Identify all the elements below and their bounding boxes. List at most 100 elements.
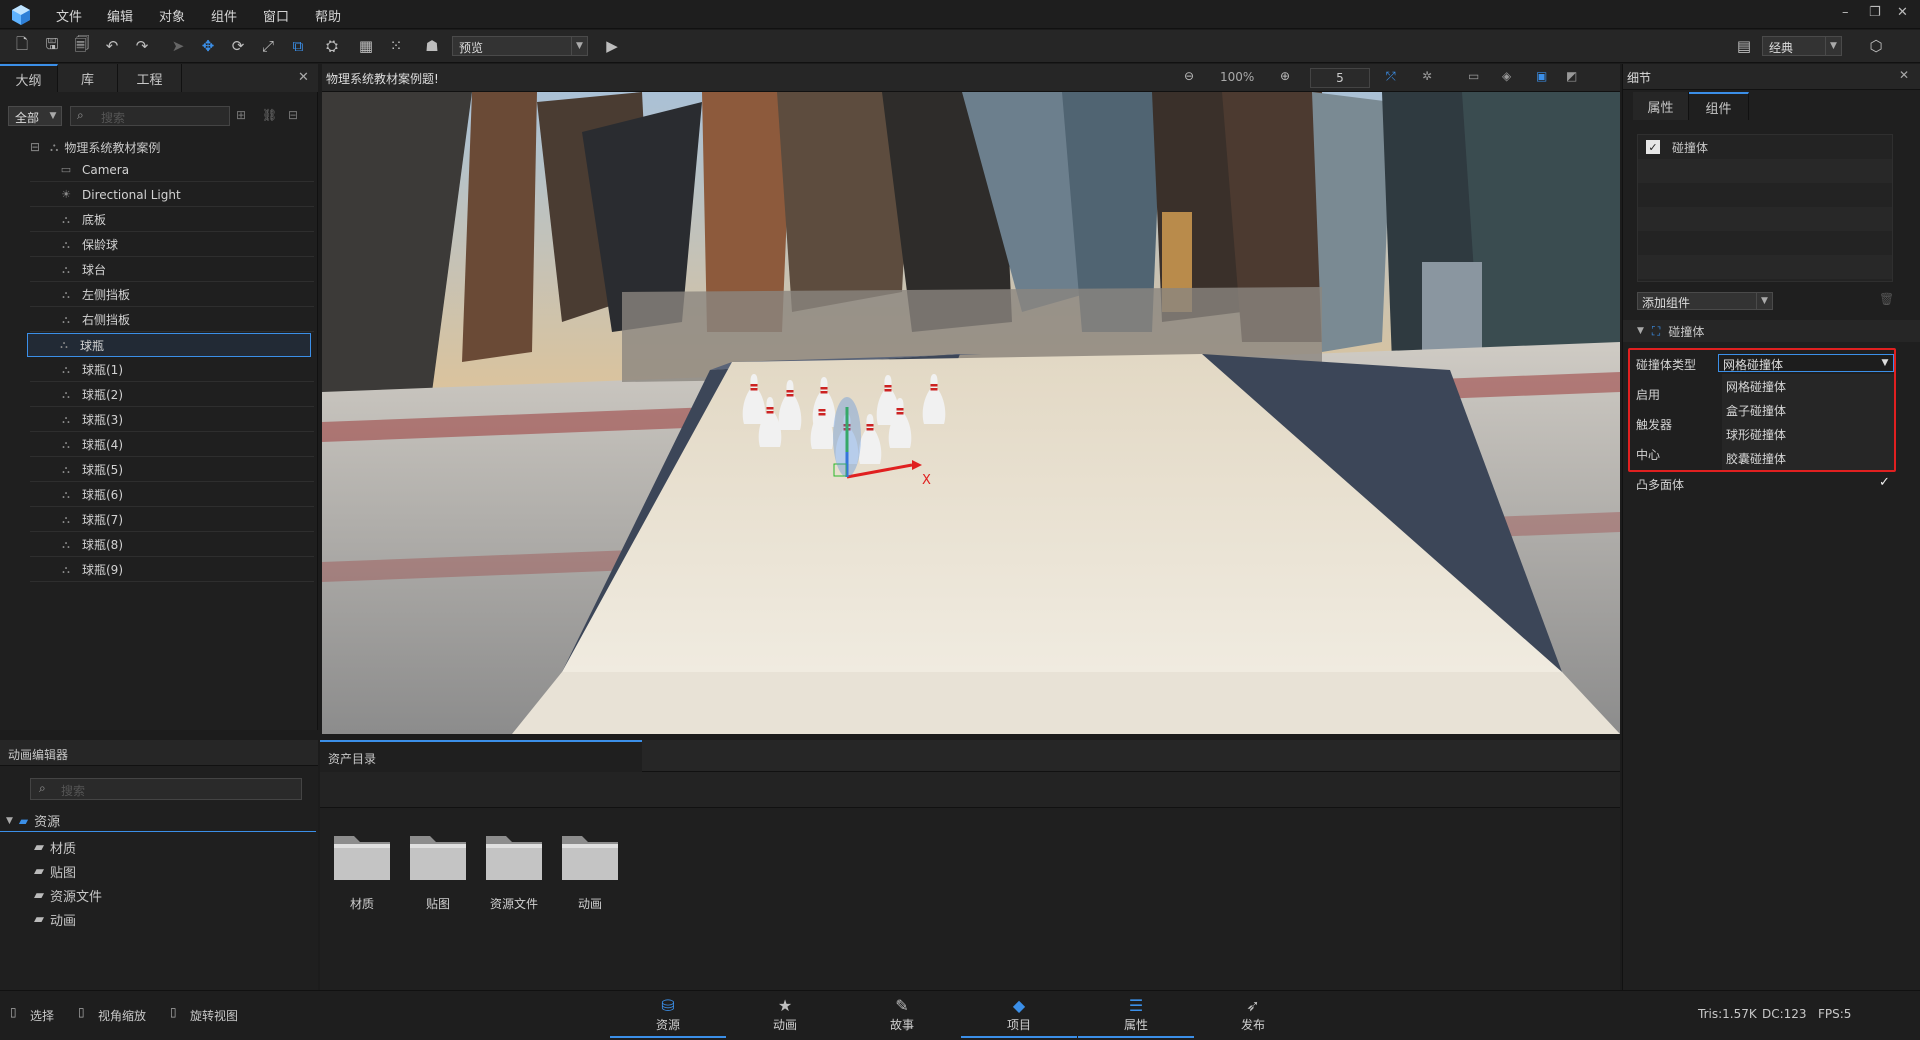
tree-item[interactable]: ⛬ 球瓶(2)	[30, 383, 314, 407]
step-input[interactable]: 5	[1310, 68, 1370, 88]
collider-section-title: 碰撞体	[1668, 324, 1705, 339]
status-bar: ▯ 选择 ▯ 视角缩放 ▯ 旋转视图 Tris:1.57K DC:123 FPS…	[0, 990, 1920, 1040]
stats-icon[interactable]: ◩	[1566, 69, 1577, 83]
asset-folder[interactable]: 贴图	[408, 830, 468, 912]
tree-item[interactable]: ⛬ 底板	[30, 208, 314, 232]
tree-item[interactable]: ⛬ 左侧挡板	[30, 283, 314, 307]
tree-item[interactable]: ⛬ 球台	[30, 258, 314, 282]
tree-item[interactable]: ⛬ 球瓶(5)	[30, 458, 314, 482]
restore-icon[interactable]: ❐	[1869, 5, 1881, 20]
add-component-dropdown[interactable]: 添加组件 ▼	[1637, 292, 1773, 310]
asset-tree-item[interactable]: ▰ 资源文件	[34, 884, 102, 906]
save-icon[interactable]: 🖫	[42, 35, 62, 56]
tab-properties[interactable]: 属性	[1633, 92, 1689, 120]
tree-item[interactable]: ⛬ 球瓶(1)	[30, 358, 314, 382]
bottom-tab[interactable]: ✎ 故事	[844, 992, 960, 1038]
expand-icon[interactable]: ▼	[1637, 326, 1644, 336]
minimize-icon[interactable]: –	[1842, 5, 1849, 20]
menu-edit[interactable]: 编辑	[107, 6, 133, 25]
convex-checkbox-icon[interactable]: ✓	[1879, 475, 1893, 490]
filter-dropdown[interactable]: 全部 ▼	[8, 106, 62, 126]
asset-tab-label: 资产目录	[328, 752, 377, 766]
tree-item[interactable]: ⛬ 球瓶(6)	[30, 483, 314, 507]
save-all-icon[interactable]: 🗐	[72, 35, 92, 56]
tab-outline[interactable]: 大纲	[0, 64, 58, 92]
undo-icon[interactable]: ↶	[102, 36, 122, 56]
asset-tree-item[interactable]: ▰ 动画	[34, 908, 76, 930]
close-window-icon[interactable]: ✕	[1897, 5, 1908, 20]
snap-grid-icon[interactable]: ⁙	[386, 36, 406, 56]
move-tool-icon[interactable]: ✥	[198, 36, 218, 56]
tree-item[interactable]: ⛬ 球瓶(4)	[30, 433, 314, 457]
select-tool-icon[interactable]: ➤	[168, 36, 188, 56]
tree-item[interactable]: ⛬ 球瓶(8)	[30, 533, 314, 557]
folder-icon	[486, 836, 542, 880]
preview-person-icon[interactable]: ☗	[422, 36, 442, 56]
asset-folder[interactable]: 资源文件	[484, 830, 544, 912]
bottom-tab[interactable]: ➶ 发布	[1195, 992, 1311, 1038]
settings-icon[interactable]: ✲	[1422, 69, 1432, 83]
outline-search-input[interactable]: ⌕ 搜索	[70, 106, 230, 126]
play-icon[interactable]: ▶	[602, 36, 622, 56]
anim-search-input[interactable]: ⌕ 搜索	[30, 778, 302, 800]
zoom-in-icon[interactable]: ⊕	[1280, 69, 1290, 83]
menu-help[interactable]: 帮助	[315, 6, 341, 25]
perspective-icon[interactable]: ▣	[1536, 69, 1547, 83]
gizmo-mode-icon[interactable]: ⤱	[1386, 69, 1396, 84]
settings-hex-icon[interactable]: ⬡	[1866, 36, 1886, 56]
tree-item[interactable]: ☀ Directional Light	[30, 183, 314, 207]
tab-components[interactable]: 组件	[1689, 92, 1749, 120]
asset-folder[interactable]: 材质	[332, 830, 392, 912]
scene-render[interactable]: X	[322, 92, 1620, 734]
tab-project[interactable]: 工程	[118, 64, 182, 92]
tree-item[interactable]: ⛬ 保龄球	[30, 233, 314, 257]
menu-file[interactable]: 文件	[56, 6, 82, 25]
layout-dropdown[interactable]: 经典 ▼	[1762, 36, 1842, 56]
bottom-tab[interactable]: ⛁ 资源	[610, 992, 726, 1038]
bottom-tab[interactable]: ★ 动画	[727, 992, 843, 1038]
redo-icon[interactable]: ↷	[132, 36, 152, 56]
asset-tree-root[interactable]: ▼ ▰ 资源	[0, 810, 316, 832]
outline-panel: 大纲 库 工程 ✕ 全部 ▼ ⌕ 搜索 ⊞ ⛓ ⊟ ⊟ ⛬ 物理系统教材案例 ▭…	[0, 64, 318, 730]
grid-icon[interactable]: ▦	[356, 36, 376, 56]
collider-section-header[interactable]: ▼ ⛶ 碰撞体	[1623, 320, 1920, 342]
asset-tree-item[interactable]: ▰ 材质	[34, 836, 76, 858]
menu-object[interactable]: 对象	[159, 6, 185, 25]
close-panel-icon[interactable]: ✕	[298, 70, 309, 85]
asset-tree-item[interactable]: ▰ 贴图	[34, 860, 76, 882]
link-icon[interactable]: ⛓	[262, 108, 277, 122]
preview-dropdown[interactable]: 预览 ▼	[452, 36, 588, 56]
add-node-icon[interactable]: ⊞	[236, 108, 246, 122]
pivot-icon[interactable]: ⛭	[322, 36, 342, 56]
menu-window[interactable]: 窗口	[263, 6, 289, 25]
collapse-all-icon[interactable]: ⊟	[288, 108, 298, 122]
layout-icon[interactable]: ▤	[1734, 36, 1754, 56]
camera-icon[interactable]: ▭	[1468, 69, 1479, 83]
tree-item[interactable]: ⛬ 球瓶(9)	[30, 558, 314, 582]
rect-tool-icon[interactable]: ⧉	[288, 36, 308, 56]
cube-icon[interactable]: ◈	[1502, 69, 1511, 83]
collapse-icon[interactable]: ⊟	[30, 140, 44, 154]
tree-item[interactable]: ⛬ 球瓶	[27, 333, 311, 357]
tree-root[interactable]: ⊟ ⛬ 物理系统教材案例	[30, 136, 314, 158]
tab-library[interactable]: 库	[58, 64, 118, 92]
new-file-icon[interactable]: 🗋	[12, 35, 32, 56]
rotate-tool-icon[interactable]: ⟳	[228, 36, 248, 56]
anim-header: 动画编辑器	[0, 740, 318, 766]
zoom-out-icon[interactable]: ⊖	[1184, 69, 1194, 83]
close-panel-icon[interactable]: ✕	[1899, 68, 1909, 82]
scale-tool-icon[interactable]: ⤢	[258, 36, 278, 56]
tree-item[interactable]: ⛬ 球瓶(7)	[30, 508, 314, 532]
tab-asset-directory[interactable]: 资产目录	[320, 740, 642, 772]
component-item[interactable]: ✓ 碰撞体	[1638, 135, 1892, 159]
checkbox-checked-icon[interactable]: ✓	[1646, 140, 1660, 154]
delete-icon[interactable]: 🗑	[1879, 292, 1894, 306]
menu-component[interactable]: 组件	[211, 6, 237, 25]
bottom-tab[interactable]: ☰ 属性	[1078, 992, 1194, 1038]
bottom-tab[interactable]: ◆ 项目	[961, 992, 1077, 1038]
tree-item[interactable]: ▭ Camera	[30, 158, 314, 182]
expand-icon[interactable]: ▼	[6, 816, 13, 826]
asset-folder[interactable]: 动画	[560, 830, 620, 912]
tree-item[interactable]: ⛬ 球瓶(3)	[30, 408, 314, 432]
tree-item[interactable]: ⛬ 右侧挡板	[30, 308, 314, 332]
